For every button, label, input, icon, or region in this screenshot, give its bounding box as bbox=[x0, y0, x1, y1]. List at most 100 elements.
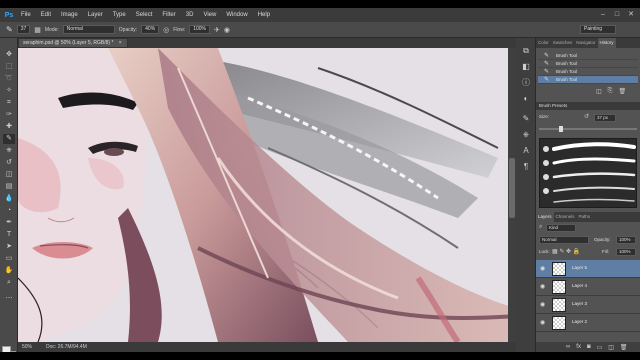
close-window-button[interactable]: ✕ bbox=[626, 10, 636, 19]
pressure-opacity-icon[interactable]: ◎ bbox=[163, 26, 169, 34]
dodge-tool-icon[interactable]: ◔ bbox=[3, 206, 15, 216]
layer-kind-filter[interactable]: Kind bbox=[546, 224, 576, 232]
airbrush-icon[interactable]: ✈ bbox=[214, 26, 220, 34]
tab-color[interactable]: Color bbox=[536, 38, 551, 48]
blur-tool-icon[interactable]: 💧 bbox=[3, 194, 15, 204]
pen-tool-icon[interactable]: ✒ bbox=[3, 218, 15, 228]
visibility-eye-icon[interactable]: ◉ bbox=[540, 265, 545, 272]
healing-brush-tool-icon[interactable]: ✚ bbox=[3, 122, 15, 132]
link-layers-icon[interactable]: ∞ bbox=[566, 344, 570, 350]
trash-icon[interactable]: 🗑 bbox=[620, 344, 628, 351]
trash-icon[interactable]: 🗑 bbox=[618, 88, 626, 95]
maximize-button[interactable]: □ bbox=[612, 10, 622, 19]
move-tool-icon[interactable]: ✥ bbox=[3, 50, 15, 60]
history-item-selected[interactable]: ✎ Brush Tool bbox=[538, 76, 638, 84]
lock-icons[interactable]: ▦ ✎ ✥ 🔒 bbox=[552, 248, 580, 255]
tab-navigator[interactable]: Navigator bbox=[574, 38, 597, 48]
tab-history[interactable]: History bbox=[597, 38, 616, 48]
close-tab-icon[interactable]: × bbox=[119, 40, 122, 46]
adjustments-panel-icon[interactable]: ◐ bbox=[521, 94, 531, 104]
layer-row[interactable]: ◉ Layer 4 bbox=[536, 278, 640, 296]
menu-view[interactable]: View bbox=[198, 12, 221, 18]
history-brush-tool-icon[interactable]: ↺ bbox=[3, 158, 15, 168]
menu-file[interactable]: File bbox=[16, 12, 36, 18]
layer-row[interactable]: ◉ Layer 5 bbox=[536, 260, 640, 278]
brush-presets-list[interactable] bbox=[539, 138, 637, 208]
layer-row[interactable]: ◉ Layer 2 bbox=[536, 314, 640, 332]
zoom-tool-icon[interactable]: ⌕ bbox=[3, 278, 15, 288]
tab-swatches[interactable]: Swatches bbox=[551, 38, 575, 48]
mode-select[interactable]: Normal bbox=[62, 25, 115, 34]
visibility-eye-icon[interactable]: ◉ bbox=[540, 319, 545, 326]
add-mask-icon[interactable]: ◙ bbox=[587, 344, 591, 350]
color-panel-icon[interactable]: ◧ bbox=[521, 62, 531, 72]
document-size: Doc: 26.7M/94.4M bbox=[46, 344, 87, 350]
layer-fill-field[interactable]: 100% bbox=[616, 248, 636, 256]
lasso-tool-icon[interactable]: ➰ bbox=[3, 74, 15, 84]
new-layer-icon[interactable]: ◫ bbox=[608, 344, 614, 351]
workspace-select[interactable]: Painting bbox=[580, 25, 616, 34]
paragraph-panel-icon[interactable]: ¶ bbox=[521, 162, 531, 172]
brush-size-slider-handle[interactable] bbox=[559, 126, 563, 132]
opacity-field[interactable]: 40% bbox=[141, 25, 160, 34]
menu-filter[interactable]: Filter bbox=[157, 12, 180, 18]
eraser-tool-icon[interactable]: ◫ bbox=[3, 170, 15, 180]
crop-tool-icon[interactable]: ⌗ bbox=[3, 98, 15, 108]
menu-select[interactable]: Select bbox=[131, 12, 158, 18]
visibility-eye-icon[interactable]: ◉ bbox=[540, 283, 545, 290]
flow-field[interactable]: 100% bbox=[189, 25, 211, 34]
layer-opacity-field[interactable]: 100% bbox=[616, 236, 636, 244]
canvas-vertical-scrollbar[interactable] bbox=[508, 48, 516, 342]
properties-panel-icon[interactable]: ⓘ bbox=[521, 78, 531, 88]
zoom-level[interactable]: 50% bbox=[22, 344, 32, 350]
brush-presets-header[interactable]: Brush Presets bbox=[536, 102, 640, 110]
brush-size-slider[interactable] bbox=[539, 126, 637, 132]
brush-size-field[interactable]: 37 px bbox=[594, 114, 616, 122]
hand-tool-icon[interactable]: ✋ bbox=[3, 266, 15, 276]
brush-tool-button-icon[interactable]: ✎ bbox=[3, 134, 15, 144]
brush-panel-icon[interactable]: ✎ bbox=[521, 114, 531, 124]
quick-select-tool-icon[interactable]: ✧ bbox=[3, 86, 15, 96]
new-group-icon[interactable]: ▭ bbox=[597, 344, 603, 351]
history-panel-icon[interactable]: ⧉ bbox=[521, 46, 531, 56]
path-selection-tool-icon[interactable]: ➤ bbox=[3, 242, 15, 252]
brush-size-picker[interactable]: 37 bbox=[16, 25, 31, 34]
menu-edit[interactable]: Edit bbox=[36, 12, 56, 18]
camera-icon[interactable]: ⎘ bbox=[608, 88, 613, 95]
brush-panel-toggle-icon[interactable]: ▦ bbox=[34, 26, 41, 34]
add-style-icon[interactable]: fx bbox=[576, 344, 581, 350]
clone-stamp-tool-icon[interactable]: ⎈ bbox=[3, 146, 15, 156]
history-item[interactable]: ✎ Brush Tool bbox=[538, 52, 638, 60]
marquee-tool-icon[interactable]: ⬚ bbox=[3, 62, 15, 72]
edit-toolbar-icon[interactable]: ⋯ bbox=[3, 294, 15, 304]
menu-layer[interactable]: Layer bbox=[83, 12, 108, 18]
reset-size-icon[interactable]: ↺ bbox=[584, 113, 589, 120]
tab-layers[interactable]: Layers bbox=[536, 212, 554, 222]
eyedropper-tool-icon[interactable]: ✑ bbox=[3, 110, 15, 120]
tab-paths[interactable]: Paths bbox=[577, 212, 593, 222]
menu-type[interactable]: Type bbox=[108, 12, 131, 18]
document-tab[interactable]: seraphim.psd @ 50% (Layer 5, RGB/8) * × bbox=[18, 38, 128, 48]
menu-3d[interactable]: 3D bbox=[181, 12, 199, 18]
document-canvas[interactable] bbox=[18, 48, 516, 342]
menu-window[interactable]: Window bbox=[221, 12, 252, 18]
pressure-size-icon[interactable]: ◉ bbox=[224, 26, 230, 34]
character-panel-icon[interactable]: A bbox=[521, 146, 531, 156]
scrollbar-thumb[interactable] bbox=[509, 158, 515, 218]
minimize-button[interactable]: – bbox=[598, 10, 608, 19]
brush-tool-icon[interactable]: ✎ bbox=[6, 25, 13, 34]
new-snapshot-icon[interactable]: ◫ bbox=[596, 88, 602, 95]
tab-channels[interactable]: Channels bbox=[554, 212, 577, 222]
gradient-tool-icon[interactable]: ▤ bbox=[3, 182, 15, 192]
shape-tool-icon[interactable]: ▭ bbox=[3, 254, 15, 264]
layer-blend-mode-select[interactable]: Normal bbox=[539, 236, 589, 244]
history-item[interactable]: ✎ Brush Tool bbox=[538, 60, 638, 68]
type-tool-icon[interactable]: T bbox=[3, 230, 15, 240]
menu-bar: Ps File Edit Image Layer Type Select Fil… bbox=[0, 8, 640, 22]
clone-source-panel-icon[interactable]: ⎈ bbox=[521, 130, 531, 140]
visibility-eye-icon[interactable]: ◉ bbox=[540, 301, 545, 308]
menu-help[interactable]: Help bbox=[253, 12, 275, 18]
history-item[interactable]: ✎ Brush Tool bbox=[538, 68, 638, 76]
layer-row[interactable]: ◉ Layer 3 bbox=[536, 296, 640, 314]
menu-image[interactable]: Image bbox=[56, 12, 83, 18]
